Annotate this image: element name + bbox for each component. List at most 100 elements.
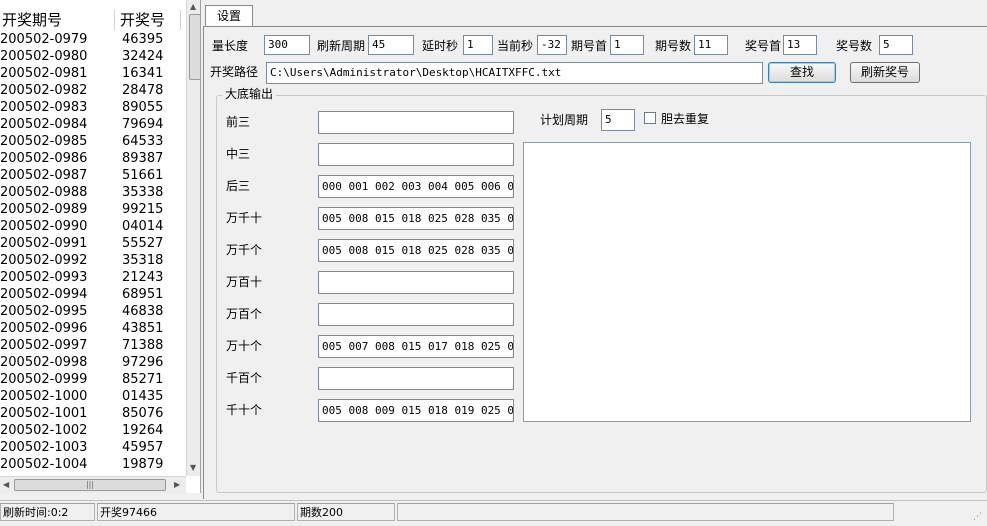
horizontal-scrollbar[interactable]: ◀ ||| ▶ — [0, 476, 186, 493]
list-item[interactable]: 200502-0981 16341 — [0, 65, 186, 82]
list-item[interactable]: 200502-0985 64533 — [0, 133, 186, 150]
list-item-issue: 200502-0985 — [0, 134, 88, 149]
arrow-down-icon[interactable]: ▼ — [190, 463, 196, 472]
output-field-label: 后三 — [226, 179, 251, 193]
output-field-label: 中三 — [226, 147, 251, 161]
list-item-issue: 200502-0996 — [0, 321, 88, 336]
list-item-issue: 200502-0997 — [0, 338, 88, 353]
status-bar: 刷新时间:0:2 开奖97466 期数200 ⋰ — [0, 500, 987, 526]
path-label: 开奖路径 — [210, 65, 259, 79]
list-item[interactable]: 200502-0980 32424 — [0, 48, 186, 65]
arrow-up-icon[interactable]: ▲ — [190, 2, 196, 11]
output-field-input[interactable]: 005 008 015 018 025 028 035 038 — [318, 239, 514, 262]
output-field-input[interactable] — [318, 367, 514, 390]
column-header-number[interactable]: 开奖号 — [120, 10, 181, 30]
list-item[interactable]: 200502-0991 55527 — [0, 235, 186, 252]
list-item[interactable]: 200502-0995 46838 — [0, 303, 186, 320]
list-item-number: 71388 — [122, 338, 164, 353]
list-item[interactable]: 200502-1000 01435 — [0, 388, 186, 405]
vertical-scrollbar[interactable]: ▲ ▼ — [186, 0, 200, 476]
current-sec-input[interactable]: -32 — [537, 35, 567, 55]
output-textarea[interactable] — [523, 142, 971, 422]
list-item-issue: 200502-0991 — [0, 236, 88, 251]
dedupe-checkbox[interactable] — [644, 112, 656, 124]
list-item[interactable]: 200502-0988 35338 — [0, 184, 186, 201]
list-item[interactable]: 200502-0990 04014 — [0, 218, 186, 235]
prize-first-input[interactable]: 13 — [783, 35, 817, 55]
list-item[interactable]: 200502-0983 89055 — [0, 99, 186, 116]
arrow-left-icon[interactable]: ◀ — [3, 480, 9, 489]
path-input[interactable]: C:\Users\Administrator\Desktop\HCAITXFFC… — [266, 62, 763, 84]
issue-first-input[interactable]: 1 — [610, 35, 644, 55]
list-item-number: 89387 — [122, 151, 164, 166]
list-item[interactable]: 200502-1004 19879 — [0, 456, 186, 473]
output-group-title: 大底输出 — [222, 87, 277, 102]
list-item-number: 43851 — [122, 321, 164, 336]
list-item-number: 55527 — [122, 236, 164, 251]
output-field-label: 万百十 — [226, 275, 263, 289]
list-item[interactable]: 200502-0996 43851 — [0, 320, 186, 337]
list-item[interactable]: 200502-0993 21243 — [0, 269, 186, 286]
list-item[interactable]: 200502-1001 85076 — [0, 405, 186, 422]
resize-grip-icon[interactable]: ⋰ — [973, 512, 985, 524]
list-item[interactable]: 200502-0984 79694 — [0, 116, 186, 133]
output-field-input[interactable] — [318, 271, 514, 294]
prize-count-input[interactable]: 5 — [879, 35, 913, 55]
issue-count-input[interactable]: 11 — [694, 35, 728, 55]
delay-input[interactable]: 1 — [463, 35, 493, 55]
list-item-number: 19879 — [122, 457, 164, 472]
vertical-scroll-thumb[interactable] — [189, 14, 200, 80]
list-item[interactable]: 200502-0998 97296 — [0, 354, 186, 371]
output-field-label: 万十个 — [226, 339, 263, 353]
list-item-issue: 200502-1001 — [0, 406, 88, 421]
output-field-label: 千十个 — [226, 403, 263, 417]
list-item[interactable]: 200502-0994 68951 — [0, 286, 186, 303]
output-field-label: 万千十 — [226, 211, 263, 225]
output-field-label: 千百个 — [226, 371, 263, 385]
draw-results-list[interactable]: 开奖期号 开奖号 200502-0979 46395 200502-0980 3242… — [0, 0, 201, 493]
partial-input[interactable]: 300 — [264, 35, 310, 55]
list-item[interactable]: 200502-0992 35318 — [0, 252, 186, 269]
list-item-number: 35338 — [122, 185, 164, 200]
list-item-number: 89055 — [122, 100, 164, 115]
prize-first-label: 奖号首 — [745, 39, 782, 53]
output-field-input[interactable]: 005 007 008 015 017 018 025 027 — [318, 335, 514, 358]
list-item[interactable]: 200502-0982 28478 — [0, 82, 186, 99]
output-field-label: 万千个 — [226, 243, 263, 257]
output-field-input[interactable]: 005 008 009 015 018 019 025 028 — [318, 399, 514, 422]
refresh-period-input[interactable]: 45 — [368, 35, 414, 55]
list-item-issue: 200502-0984 — [0, 117, 88, 132]
output-field-input[interactable]: 000 001 002 003 004 005 006 007 — [318, 175, 514, 198]
column-header-issue[interactable]: 开奖期号 — [2, 10, 115, 30]
status-extra — [397, 503, 894, 521]
list-item-issue: 200502-1004 — [0, 457, 88, 472]
list-item-number: 35318 — [122, 253, 164, 268]
list-item-number: 51661 — [122, 168, 164, 183]
output-field-input[interactable]: 005 008 015 018 025 028 035 038 — [318, 207, 514, 230]
list-item[interactable]: 200502-0989 99215 — [0, 201, 186, 218]
list-item-number: 85271 — [122, 372, 164, 387]
list-item-issue: 200502-1003 — [0, 440, 88, 455]
plan-period-input[interactable]: 5 — [601, 109, 635, 131]
list-item-number: 04014 — [122, 219, 164, 234]
list-item[interactable]: 200502-0987 51661 — [0, 167, 186, 184]
refresh-prize-button[interactable]: 刷新奖号 — [850, 62, 920, 83]
list-item-issue: 200502-0987 — [0, 168, 88, 183]
horizontal-scroll-thumb[interactable]: ||| — [14, 479, 166, 491]
output-field-input[interactable] — [318, 111, 514, 134]
list-item[interactable]: 200502-0979 46395 — [0, 31, 186, 48]
list-item[interactable]: 200502-1003 45957 — [0, 439, 186, 456]
output-field-input[interactable] — [318, 143, 514, 166]
arrow-right-icon[interactable]: ▶ — [174, 480, 180, 489]
status-prize: 开奖97466 — [97, 503, 295, 521]
tab-settings[interactable]: 设置 — [205, 5, 253, 27]
list-item[interactable]: 200502-0999 85271 — [0, 371, 186, 388]
list-item[interactable]: 200502-0986 89387 — [0, 150, 186, 167]
list-item[interactable]: 200502-0997 71388 — [0, 337, 186, 354]
find-button[interactable]: 查找 — [768, 62, 836, 83]
list-item[interactable]: 200502-1002 19264 — [0, 422, 186, 439]
dedupe-label[interactable]: 胆去重复 — [661, 110, 709, 128]
list-item-issue: 200502-0995 — [0, 304, 88, 319]
status-count: 期数200 — [297, 503, 395, 521]
output-field-input[interactable] — [318, 303, 514, 326]
